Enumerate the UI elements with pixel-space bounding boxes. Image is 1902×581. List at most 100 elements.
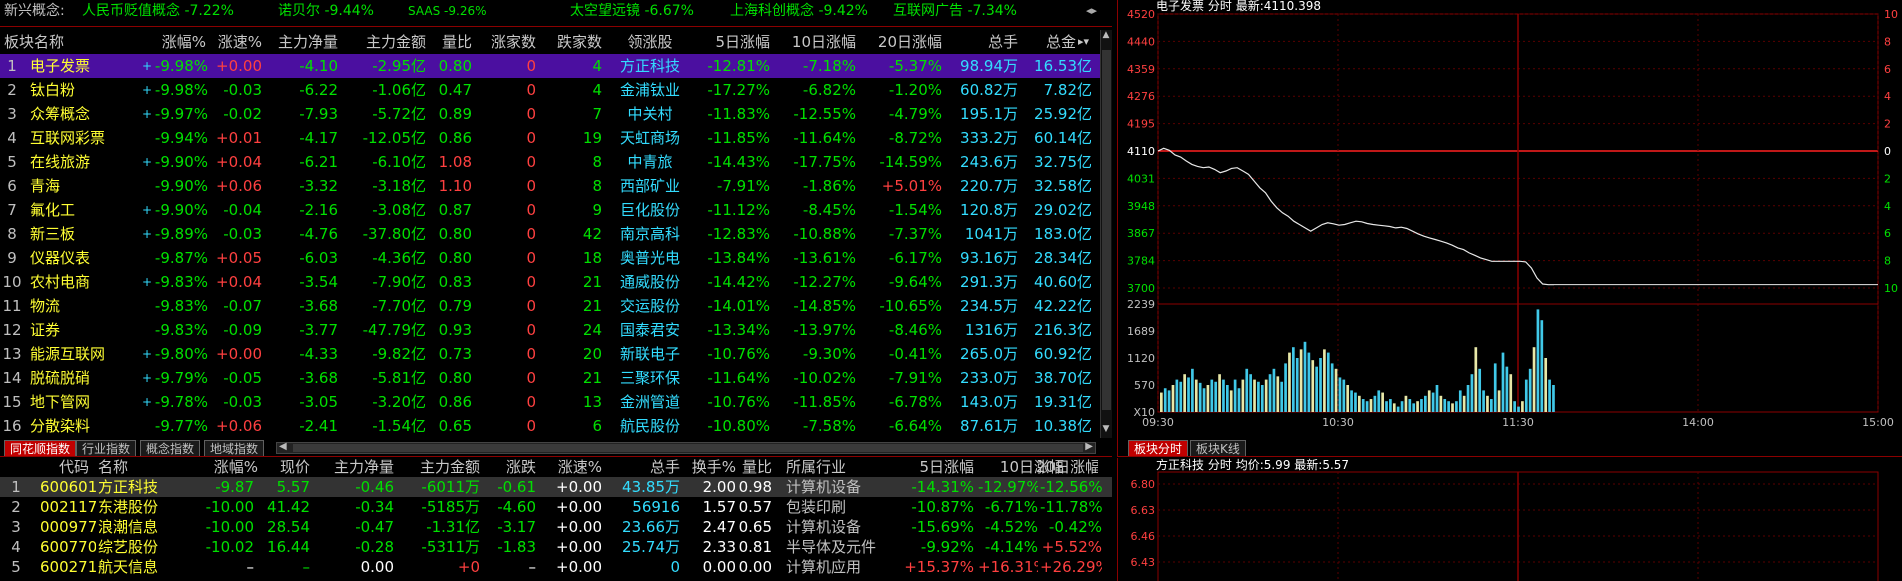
expand-icon[interactable]: + — [140, 198, 154, 222]
sector-row[interactable]: 10 农村电商 + -9.83% +0.04 -3.54 -7.90亿 0.83 0 21 通威股份… — [0, 270, 1100, 294]
sector-cell-lead[interactable]: 国泰君安 — [610, 318, 690, 342]
sector-cell-lead[interactable]: 通威股份 — [610, 270, 690, 294]
expand-icon[interactable] — [140, 246, 154, 270]
sector-row[interactable]: 14 脱硫脱硝 + -9.79% -0.05 -3.68 -5.81亿 0.80 0 21 三聚环保… — [0, 366, 1100, 390]
sector-row[interactable]: 11 物流 -9.83% -0.07 -3.68 -7.70亿 0.79 0 21 交运股份 -14… — [0, 294, 1100, 318]
horizontal-scrollbar[interactable]: ◀ ▶ — [276, 441, 1096, 454]
column-header[interactable]: 板块名称 — [4, 30, 114, 54]
sector-cell-lead[interactable]: 交运股份 — [610, 294, 690, 318]
stock-row[interactable]: 2 002117 东港股份 -10.00 41.42 -0.34 -5185万 -4.60 +0… — [0, 497, 1112, 517]
sector-row[interactable]: 7 氟化工 + -9.90% -0.04 -2.16 -3.08亿 0.87 0 9 巨化股份 -11… — [0, 198, 1100, 222]
column-header[interactable]: 总手 — [948, 30, 1018, 54]
stock-row[interactable]: 5 600271 航天信息 – –0.00 +0– +0.00 0 0.00 0.00 计算机应用 +… — [0, 557, 1112, 577]
column-header[interactable]: 跌家数 — [540, 30, 602, 54]
column-header[interactable]: 5日涨幅 — [890, 458, 974, 477]
sector-row[interactable]: 3 众筹概念 + -9.97% -0.02 -7.93 -5.72亿 0.89 0 7 中关村 -11… — [0, 102, 1100, 126]
tab-concept-index[interactable]: 概念指数 — [140, 440, 201, 456]
tab-ths-index[interactable]: 同花顺指数 — [4, 440, 77, 456]
sector-cell-lead[interactable]: 奥普光电 — [610, 246, 690, 270]
sector-cell-lead[interactable]: 巨化股份 — [610, 198, 690, 222]
ticker-item[interactable]: 诺贝尔 -9.44% — [278, 0, 374, 22]
column-header[interactable]: 所属行业 — [786, 458, 896, 477]
expand-icon[interactable]: + — [140, 78, 154, 102]
ticker-item[interactable]: 互联网广告 -7.34% — [893, 0, 1017, 22]
expand-icon[interactable]: + — [140, 222, 154, 246]
expand-icon[interactable]: + — [140, 390, 154, 414]
sector-cell-lead[interactable]: 三聚环保 — [610, 366, 690, 390]
sector-row[interactable]: 8 新三板 + -9.89% -0.03 -4.76 -37.80亿 0.80 0 42 南京高科 -… — [0, 222, 1100, 246]
column-header[interactable]: 涨速% — [208, 30, 262, 54]
sector-cell-lead[interactable]: 金洲管道 — [610, 390, 690, 414]
expand-icon[interactable] — [140, 126, 154, 150]
ticker-item[interactable]: SAAS -9.26% — [408, 0, 487, 22]
sector-cell-lead[interactable]: 新联电子 — [610, 342, 690, 366]
stock-row[interactable]: 3 000977 浪潮信息 -10.00 28.54 -0.47 -1.31亿 -3.17 +0… — [0, 517, 1112, 537]
sector-cell-lead[interactable]: 天虹商场 — [610, 126, 690, 150]
expand-icon[interactable] — [140, 318, 154, 342]
column-header[interactable]: 量比 — [730, 458, 772, 477]
column-header[interactable]: 涨幅% — [196, 458, 258, 477]
column-header[interactable]: 20日涨幅 — [1036, 458, 1098, 477]
sector-cell-d10: -12.27% — [793, 273, 856, 291]
column-menu-icon[interactable]: ▸▾ — [1078, 30, 1098, 54]
column-header[interactable]: 现价 — [262, 458, 310, 477]
stock-chart[interactable]: 6.806.636.466.436.31 — [1118, 458, 1902, 581]
column-header[interactable]: 10日涨幅 — [774, 30, 856, 54]
sector-row[interactable]: 12 证券 -9.83% -0.09 -3.77 -47.79亿 0.93 0 24 国泰君安 -1… — [0, 318, 1100, 342]
column-header[interactable]: 涨家数 — [478, 30, 536, 54]
column-header[interactable]: 涨速% — [542, 458, 602, 477]
column-header[interactable]: 主力净量 — [266, 30, 338, 54]
column-header[interactable]: 量比 — [428, 30, 472, 54]
sector-row[interactable]: 16 分散染料 -9.77% +0.06 -2.41 -1.54亿 0.65 0 6 航民股份 -1… — [0, 414, 1100, 438]
column-header[interactable]: 总金 — [1020, 30, 1076, 54]
tab-region-index[interactable]: 地域指数 — [204, 440, 265, 456]
column-header[interactable]: 主力金额 — [340, 30, 426, 54]
column-header[interactable]: 代码 — [46, 458, 102, 477]
sector-row[interactable]: 1 电子发票 + -9.98% +0.00 -4.10 -2.95亿 0.80 0 4 方正科技 -1… — [0, 54, 1100, 78]
expand-icon[interactable] — [140, 414, 154, 438]
expand-icon[interactable]: + — [140, 102, 154, 126]
expand-icon[interactable]: + — [140, 270, 154, 294]
expand-icon[interactable] — [140, 174, 154, 198]
tab-sector-intraday[interactable]: 板块分时 — [1128, 440, 1189, 456]
column-header[interactable]: 名称 — [98, 458, 164, 477]
ticker-item[interactable]: 上海科创概念 -9.42% — [730, 0, 868, 22]
sector-cell-lead[interactable]: 中关村 — [610, 102, 690, 126]
sector-cell-lead[interactable]: 航民股份 — [610, 414, 690, 438]
column-header[interactable]: 换手% — [684, 458, 736, 477]
expand-icon[interactable] — [140, 294, 154, 318]
column-header[interactable]: 涨跌 — [486, 458, 536, 477]
column-header[interactable]: 领涨股 — [610, 30, 690, 54]
expand-icon[interactable]: + — [140, 342, 154, 366]
column-header[interactable]: 涨幅% — [136, 30, 206, 54]
ticker-item[interactable]: 人民币贬值概念 -7.22% — [82, 0, 234, 22]
tab-industry-index[interactable]: 行业指数 — [76, 440, 137, 456]
sector-row[interactable]: 15 地下管网 + -9.78% -0.03 -3.05 -3.20亿 0.86 0 13 金洲管道… — [0, 390, 1100, 414]
sector-row[interactable]: 9 仪器仪表 -9.87% +0.05 -6.03 -4.36亿 0.80 0 18 奥普光电 -1… — [0, 246, 1100, 270]
expand-icon[interactable]: + — [140, 54, 154, 78]
sector-cell-lead[interactable]: 中青旅 — [610, 150, 690, 174]
tab-sector-kline[interactable]: 板块K线 — [1190, 440, 1246, 456]
sector-table-scrollbar[interactable]: ▲ ▼ — [1100, 30, 1112, 438]
sector-row[interactable]: 6 青海 -9.90% +0.06 -3.32 -3.18亿 1.10 0 8 西部矿业 -7.91… — [0, 174, 1100, 198]
sector-cell-lead[interactable]: 方正科技 — [610, 54, 690, 78]
expand-icon[interactable]: + — [140, 150, 154, 174]
stock-row[interactable]: 1 600601 方正科技 -9.87 5.57 -0.46 -6011万 -0.61 +0.0… — [0, 477, 1112, 497]
column-header[interactable]: 主力净量 — [318, 458, 394, 477]
sector-cell-lead[interactable]: 南京高科 — [610, 222, 690, 246]
sector-row[interactable]: 13 能源互联网 + -9.80% +0.00 -4.33 -9.82亿 0.73 0 20 新联电… — [0, 342, 1100, 366]
column-header[interactable]: 5日涨幅 — [694, 30, 770, 54]
column-header[interactable]: 总手 — [608, 458, 680, 477]
sector-cell-lead[interactable]: 西部矿业 — [610, 174, 690, 198]
intraday-chart[interactable]: 4520 10 4440 8 4359 6 4276 4 4195 2 4110 0 4031 2 3948… — [1118, 0, 1902, 440]
ticker-item[interactable]: 太空望远镜 -6.67% — [570, 0, 694, 22]
sector-row[interactable]: 4 互联网彩票 -9.94% +0.01 -4.17 -12.05亿 0.86 0 19 天虹商场… — [0, 126, 1100, 150]
column-header[interactable]: 主力金额 — [404, 458, 480, 477]
sector-cell-lead[interactable]: 金浦钛业 — [610, 78, 690, 102]
ticker-scroll-buttons[interactable]: ◂▸ — [1086, 4, 1112, 20]
column-header[interactable]: 20日涨幅 — [860, 30, 942, 54]
expand-icon[interactable]: + — [140, 366, 154, 390]
sector-row[interactable]: 2 钛白粉 + -9.98% -0.03 -6.22 -1.06亿 0.47 0 4 金浦钛业 -17… — [0, 78, 1100, 102]
sector-row[interactable]: 5 在线旅游 + -9.90% +0.04 -6.21 -6.10亿 1.08 0 8 中青旅 -14… — [0, 150, 1100, 174]
stock-row[interactable]: 4 600770 综艺股份 -10.02 16.44 -0.28 -5311万 -1.83 +0… — [0, 537, 1112, 557]
